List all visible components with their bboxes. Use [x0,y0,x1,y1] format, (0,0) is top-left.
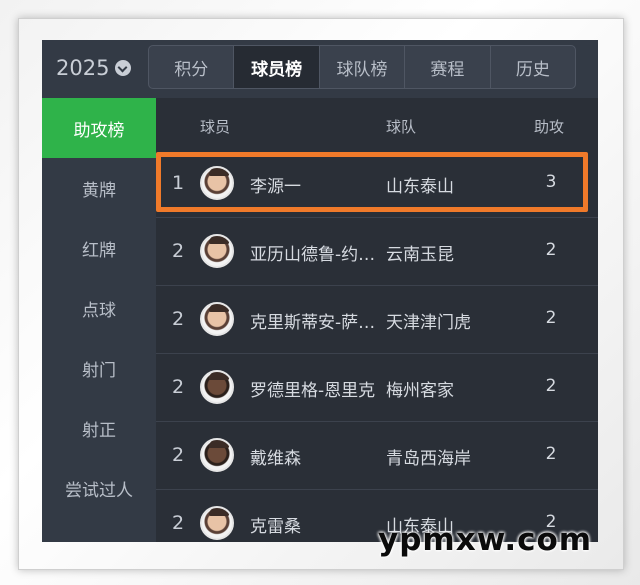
rank: 2 [172,308,185,330]
tab-history[interactable]: 历史 [489,46,575,88]
table-row[interactable]: 2 克里斯蒂安-萨… 天津津门虎 2 [156,286,598,354]
table-row[interactable]: 2 亚历山德鲁-约… 云南玉昆 2 [156,218,598,286]
sidebar: 助攻榜 黄牌 红牌 点球 射门 射正 尝试过人 [42,98,156,542]
assist-count: 3 [545,172,557,192]
team-name: 天津津门虎 [386,313,471,333]
player-name: 李源一 [250,177,301,197]
tab-team-rankings[interactable]: 球队榜 [318,46,404,88]
rank: 2 [172,376,185,398]
year-label: 2025 [56,56,110,80]
assist-count: 2 [545,376,557,396]
sidebar-item-red-cards[interactable]: 红牌 [42,218,156,278]
sidebar-item-assists[interactable]: 助攻榜 [42,98,156,158]
table-row[interactable]: 1 李源一 山东泰山 3 [156,150,598,218]
team-name: 梅州客家 [386,381,454,401]
sidebar-item-shots[interactable]: 射门 [42,338,156,398]
chevron-down-icon [115,60,132,76]
rank: 2 [172,444,185,466]
site-watermark: ypmxw.com [378,522,593,558]
sidebar-item-dribbles[interactable]: 尝试过人 [42,458,156,518]
player-name: 克里斯蒂安-萨… [250,313,376,333]
rankings-table: 球员 球队 助攻 1 李源一 山东泰山 3 2 亚历山德鲁-约… 云南玉昆 2 … [156,98,598,542]
year-selector[interactable]: 2025 [56,53,132,83]
tab-standings[interactable]: 积分 [149,46,233,88]
tab-bar: 积分 球员榜 球队榜 赛程 历史 [148,45,576,89]
sidebar-item-penalties[interactable]: 点球 [42,278,156,338]
tab-schedule[interactable]: 赛程 [404,46,489,88]
player-name: 罗德里格-恩里克 [250,381,376,401]
team-name: 山东泰山 [386,177,454,197]
avatar [200,302,234,336]
sidebar-item-yellow-cards[interactable]: 黄牌 [42,158,156,218]
player-name: 戴维森 [250,449,301,469]
avatar [200,370,234,404]
avatar [200,166,234,200]
rank: 2 [172,240,185,262]
column-header-team: 球队 [386,118,417,136]
table-row[interactable]: 2 戴维森 青岛西海岸 2 [156,422,598,490]
table-row[interactable]: 2 罗德里格-恩里克 梅州客家 2 [156,354,598,422]
player-name: 克雷桑 [250,517,301,537]
column-header-player: 球员 [200,118,231,136]
avatar [200,234,234,268]
stats-app: 2025 积分 球员榜 球队榜 赛程 历史 助攻榜 黄牌 红牌 点球 射门 射正… [42,40,598,542]
assist-count: 2 [545,444,557,464]
rank: 1 [172,172,185,194]
team-name: 青岛西海岸 [386,449,471,469]
assist-count: 2 [545,240,557,260]
player-name: 亚历山德鲁-约… [250,245,376,265]
table-header: 球员 球队 助攻 [156,98,598,150]
avatar [200,506,234,540]
avatar [200,438,234,472]
assist-count: 2 [545,308,557,328]
tab-player-rankings[interactable]: 球员榜 [233,46,319,88]
top-bar: 2025 积分 球员榜 球队榜 赛程 历史 [42,40,598,98]
team-name: 云南玉昆 [386,245,454,265]
column-header-assists: 助攻 [534,118,565,136]
sidebar-item-shots-on-target[interactable]: 射正 [42,398,156,458]
rank: 2 [172,512,185,534]
